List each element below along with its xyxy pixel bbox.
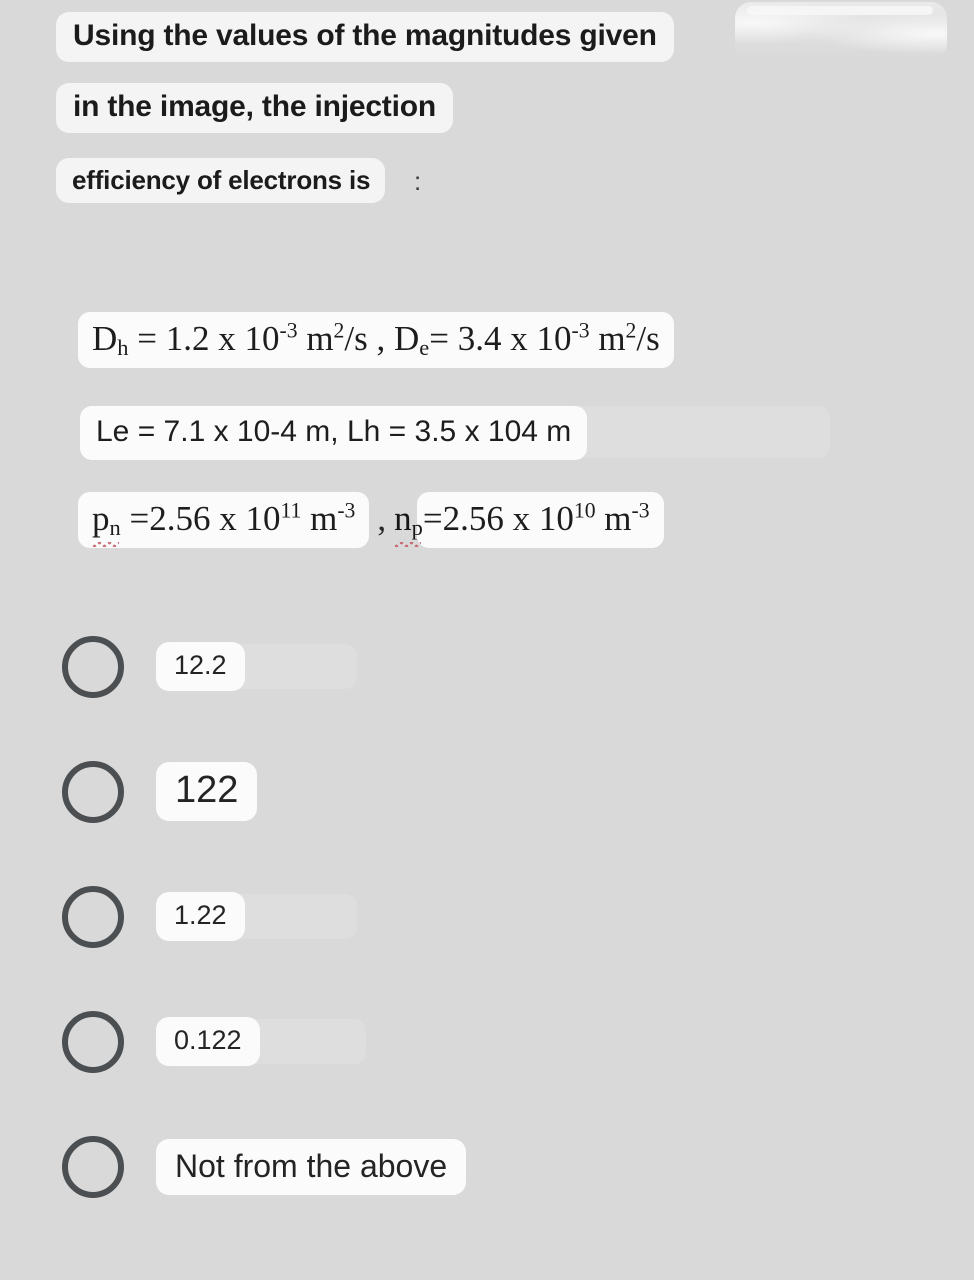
formula-pill-dh-de: Dh = 1.2 x 10-3 m2/s , De= 3.4 x 10-3 m2… (78, 312, 674, 368)
option-label-wrap: 122 (156, 762, 258, 821)
option-label-wrap: 12.2 (156, 642, 357, 691)
option-row[interactable]: 0.122 (0, 979, 974, 1104)
option-row[interactable]: Not from the above (0, 1104, 974, 1229)
given-values-row-2: Le = 7.1 x 10-4 m, Lh = 3.5 x 104 m (80, 406, 974, 460)
radio-button-icon[interactable] (62, 1010, 124, 1073)
np-variable-wrap: np (394, 499, 423, 540)
np-exponent: 10 (573, 498, 596, 523)
de-mantissa: 3.4 x 10 (457, 319, 572, 358)
formula-pill-np: =2.56 x 1010 m-3 (416, 492, 664, 548)
option-label-wrap: Not from the above (156, 1138, 467, 1195)
option-label-wrap: 0.122 (156, 1017, 366, 1066)
option-label-wrap: 1.22 (156, 892, 357, 941)
image-artifact-blob (735, 2, 947, 60)
np-mantissa: 2.56 x 10 (442, 499, 574, 538)
de-exponent: -3 (571, 318, 590, 343)
given-values-row-3: pn =2.56 x 1011 m-3, np=2.56 x 1010 m-3 (78, 492, 974, 548)
row1-separator: , (376, 319, 386, 358)
de-unit: m (589, 319, 626, 358)
dh-unit-sup: 2 (333, 318, 345, 343)
pn-variable: pn (92, 499, 121, 540)
option-label[interactable]: Not from the above (156, 1138, 467, 1195)
option-label[interactable]: 1.22 (156, 892, 245, 941)
np-unit-sup: -3 (631, 498, 650, 523)
np-unit: m (595, 499, 632, 538)
row3-separator: , (377, 499, 387, 538)
radio-button-icon[interactable] (62, 885, 124, 948)
option-row[interactable]: 1.22 (0, 854, 974, 979)
option-row[interactable]: 12.2 (0, 604, 974, 729)
dh-exponent: -3 (279, 318, 298, 343)
pn-unit-sup: -3 (337, 498, 356, 523)
np-subscript: p (411, 514, 423, 540)
de-equals: = (429, 319, 449, 358)
dh-unit: m (297, 319, 334, 358)
clipped-glyph: : (414, 168, 421, 194)
pn-subscript: n (109, 514, 121, 540)
question-line-1: Using the values of the magnitudes given (56, 12, 674, 62)
de-unit-tail: /s (636, 319, 660, 358)
de-symbol: D (394, 319, 420, 358)
np-symbol: n (394, 499, 412, 538)
question-line-2: in the image, the injection (56, 83, 453, 133)
pn-unit: m (301, 499, 338, 538)
option-label[interactable]: 12.2 (156, 642, 245, 691)
radio-button-icon[interactable] (62, 635, 124, 698)
dh-subscript: h (117, 334, 129, 360)
dh-unit-tail: /s (344, 319, 368, 358)
pn-symbol: p (92, 499, 110, 538)
np-equals: = (422, 499, 443, 538)
option-row[interactable]: 122 (0, 729, 974, 854)
dh-symbol: D (92, 319, 118, 358)
radio-button-icon[interactable] (62, 1135, 124, 1198)
de-unit-sup: 2 (625, 318, 637, 343)
pn-equals: = (129, 499, 150, 538)
formula-pill-pn: pn =2.56 x 1011 m-3 (78, 492, 370, 548)
option-label[interactable]: 0.122 (156, 1017, 260, 1066)
pn-mantissa: 2.56 x 10 (149, 499, 281, 538)
pn-exponent: 11 (280, 498, 302, 523)
np-variable: np (394, 499, 423, 540)
dh-mantissa: 1.2 x 10 (165, 319, 280, 358)
question-page: Using the values of the magnitudes given… (0, 0, 974, 1280)
question-line-3: efficiency of electrons is (56, 158, 386, 203)
radio-button-icon[interactable] (62, 760, 124, 823)
dh-equals: = (137, 319, 157, 358)
option-label[interactable]: 122 (156, 762, 258, 821)
formula-pill-le-lh: Le = 7.1 x 10-4 m, Lh = 3.5 x 104 m (80, 406, 588, 460)
given-values-row-1: Dh = 1.2 x 10-3 m2/s , De= 3.4 x 10-3 m2… (78, 312, 974, 368)
de-subscript: e (419, 334, 430, 360)
answer-options-list: 12.2 122 1.22 0.122 Not from the above (0, 604, 974, 1229)
